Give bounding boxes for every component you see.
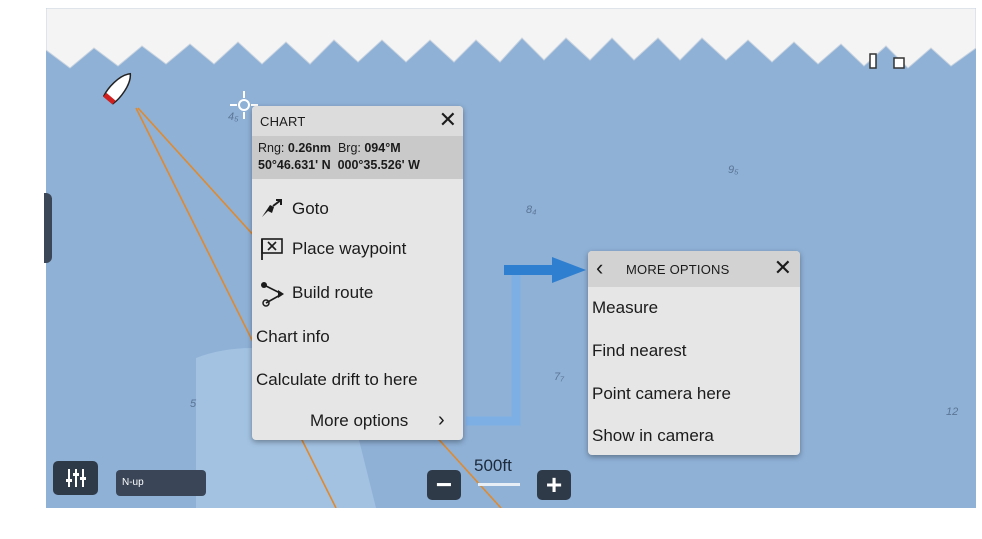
depth-sounding: 8₄ (526, 204, 537, 216)
scale-label: 500ft (474, 456, 512, 475)
menu-item-show-in-camera[interactable]: Show in camera (592, 426, 792, 456)
chart-screen[interactable]: 4₅ 9₅ 8₄ 7₇ 5 12 (46, 8, 976, 508)
zoom-in-button[interactable]: + (537, 470, 571, 500)
chevron-right-icon: › (438, 409, 445, 431)
depth-sounding: 12 (946, 406, 959, 418)
arrow-pointer-shaft (504, 265, 556, 275)
more-options-header: ‹ MORE OPTIONS ✕ (588, 251, 800, 287)
menu-item-find-nearest[interactable]: Find nearest (592, 341, 792, 371)
menu-item-build-route[interactable]: Build route (252, 274, 463, 312)
cursor-position-info: Rng: 0.26nm Brg: 094°M 50°46.631' N 000°… (252, 136, 463, 179)
land-marker (869, 53, 877, 69)
coastline-land (46, 8, 976, 69)
arrow-pointer-icon (552, 257, 586, 283)
connector-line (466, 265, 566, 426)
menu-item-label: More options (310, 411, 409, 430)
menu-item-more-options[interactable]: More options › (252, 402, 463, 440)
menu-item-label: Calculate drift to here (256, 370, 418, 389)
depth-sounding: 7₇ (554, 371, 564, 383)
menu-item-label: Build route (292, 283, 374, 302)
chart-context-menu: CHART ✕ Rng: 0.26nm Brg: 094°M 50°46.631… (252, 106, 463, 440)
sidebar-handle[interactable] (44, 193, 52, 263)
bearing-label: Brg: (337, 141, 361, 155)
menu-item-point-camera[interactable]: Point camera here (592, 384, 792, 414)
chevron-left-icon[interactable]: ‹ (596, 256, 603, 280)
chart-menu-header: CHART ✕ (252, 106, 463, 136)
depth-sounding: 9₅ (728, 164, 739, 176)
zoom-out-button[interactable]: − (427, 470, 461, 500)
orientation-label: N-up (122, 477, 144, 488)
depth-sounding: 4₅ (228, 111, 239, 123)
menu-item-measure[interactable]: Measure (592, 298, 792, 328)
menu-item-goto[interactable]: Goto (252, 190, 463, 228)
menu-item-label: Goto (292, 199, 329, 218)
bearing-value: 094°M (364, 141, 401, 155)
goto-icon (262, 199, 282, 217)
close-icon[interactable]: ✕ (439, 108, 457, 132)
menu-item-label: Place waypoint (292, 239, 407, 258)
route-icon (261, 282, 284, 307)
vessel-icon[interactable] (102, 69, 135, 105)
sliders-icon (66, 469, 86, 487)
range-label: Rng: (258, 141, 285, 155)
menu-item-chart-info[interactable]: Chart info (252, 318, 463, 356)
land-marker (893, 57, 905, 69)
close-icon[interactable]: ✕ (774, 256, 792, 280)
menu-item-calculate-drift[interactable]: Calculate drift to here (252, 361, 463, 399)
menu-item-label: Chart info (256, 327, 330, 346)
settings-button[interactable] (53, 461, 98, 495)
plus-icon: + (545, 469, 563, 500)
chart-menu-title: CHART (260, 114, 306, 129)
depth-sounding: 5 (190, 398, 197, 410)
waypoint-flag-icon (261, 238, 283, 260)
scale-bar (478, 483, 520, 486)
minus-icon: − (435, 469, 453, 500)
latitude-value: 50°46.631' N (258, 158, 331, 172)
longitude-value: 000°35.526' W (337, 158, 420, 172)
more-options-title: MORE OPTIONS (626, 262, 730, 277)
range-value: 0.26nm (287, 141, 331, 155)
orientation-button[interactable]: N-up (116, 470, 206, 496)
chart-map[interactable] (46, 8, 976, 508)
more-options-menu: ‹ MORE OPTIONS ✕ Measure Find nearest Po… (588, 251, 800, 455)
menu-item-place-waypoint[interactable]: Place waypoint (252, 230, 463, 268)
